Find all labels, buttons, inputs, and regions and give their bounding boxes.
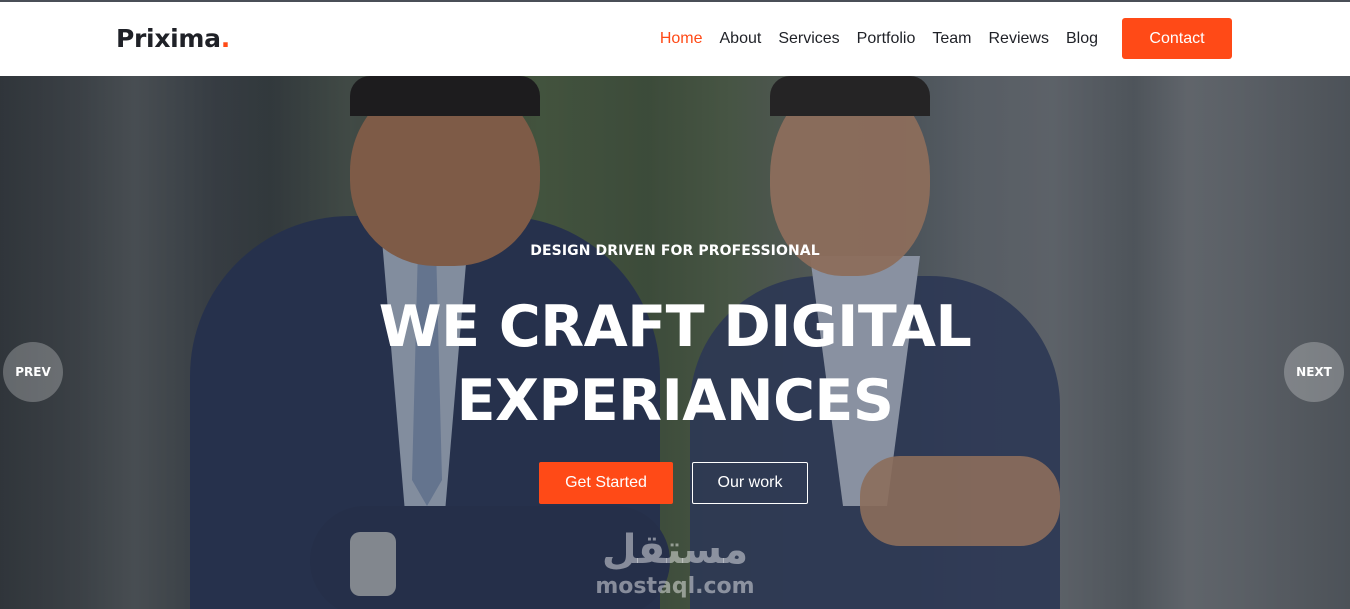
- hero-title-line2: EXPERIANCES: [456, 368, 894, 434]
- hero-section: DESIGN DRIVEN FOR PROFESSIONAL WE CRAFT …: [0, 76, 1350, 609]
- logo-text: Prixima: [116, 24, 221, 53]
- logo[interactable]: Prixima.: [116, 24, 230, 53]
- get-started-button[interactable]: Get Started: [539, 462, 673, 504]
- next-slide-button[interactable]: NEXT: [1284, 342, 1344, 402]
- nav-portfolio[interactable]: Portfolio: [857, 30, 916, 48]
- nav-blog[interactable]: Blog: [1066, 30, 1098, 48]
- watermark-arabic: مستقل: [601, 527, 749, 573]
- hero-subtitle: DESIGN DRIVEN FOR PROFESSIONAL: [530, 243, 820, 259]
- main-nav: Home About Services Portfolio Team Revie…: [643, 2, 1098, 76]
- logo-dot: .: [220, 24, 231, 53]
- contact-button[interactable]: Contact: [1122, 18, 1232, 59]
- nav-services[interactable]: Services: [778, 30, 839, 48]
- site-header: Prixima. Home About Services Portfolio T…: [0, 2, 1350, 76]
- prev-slide-button[interactable]: PREV: [3, 342, 63, 402]
- hero-title-line1: WE CRAFT DIGITAL: [378, 294, 972, 360]
- nav-team[interactable]: Team: [932, 30, 971, 48]
- nav-home[interactable]: Home: [660, 30, 703, 48]
- hero-title: WE CRAFT DIGITAL EXPERIANCES: [0, 290, 1350, 438]
- nav-about[interactable]: About: [720, 30, 762, 48]
- watermark: مستقل mostaql.com: [590, 526, 760, 600]
- nav-reviews[interactable]: Reviews: [989, 30, 1049, 48]
- watermark-latin: mostaql.com: [595, 574, 755, 599]
- our-work-button[interactable]: Our work: [692, 462, 808, 504]
